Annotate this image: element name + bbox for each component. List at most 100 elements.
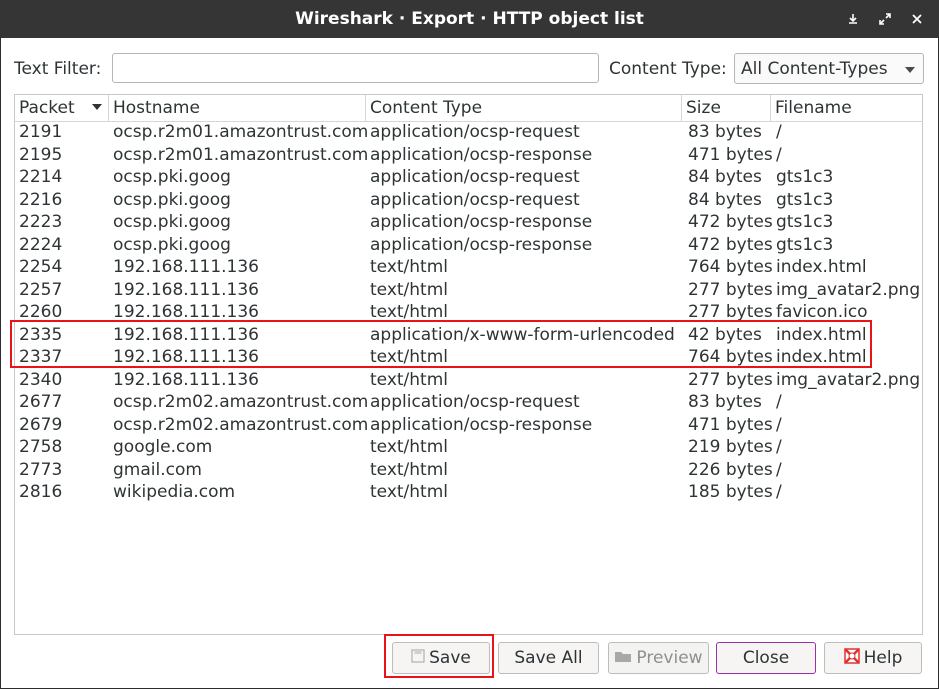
- cell-hostname: ocsp.r2m02.amazontrust.com: [113, 392, 369, 412]
- table-row[interactable]: 2191 ocsp.r2m01.amazontrust.com applicatio…: [15, 121, 922, 144]
- table-row[interactable]: 2254 192.168.111.136 text/html 764 bytes ind…: [15, 256, 922, 279]
- cell-packet: 2340: [19, 369, 63, 390]
- cell-content-type: application/ocsp-response: [370, 144, 593, 165]
- cell-filename: /: [776, 437, 782, 457]
- preview-label: Preview: [636, 648, 703, 668]
- close-button[interactable]: Close: [716, 642, 816, 674]
- cell-hostname: ocsp.pki.goog: [113, 212, 231, 232]
- column-label-size: Size: [686, 98, 721, 118]
- cell-filename: index.html: [776, 347, 867, 367]
- cell-size: 277 bytes: [688, 302, 773, 322]
- cell-filename: gts1c3: [776, 167, 834, 187]
- table-row[interactable]: 2340 192.168.111.136 text/html 277 bytes img…: [15, 369, 922, 392]
- http-object-table: Packet Hostname Content Type Size Filena…: [14, 94, 923, 635]
- cell-content-type: text/html: [370, 347, 449, 367]
- save-all-button[interactable]: Save All: [498, 642, 599, 674]
- cell-content-type: application/ocsp-request: [370, 122, 580, 142]
- cell-filename: favicon.ico: [776, 302, 868, 322]
- table-row[interactable]: 2260 192.168.111.136 text/html 277 bytes fav…: [15, 301, 922, 324]
- content-type-selected: All Content-Types: [741, 59, 888, 79]
- table-row[interactable]: 2216 ocsp.pki.goog application/ocsp-reques…: [15, 189, 922, 212]
- minimize-icon[interactable]: [842, 8, 864, 30]
- table-row[interactable]: 2816 wikipedia.com text/html 185 bytes /: [15, 481, 922, 504]
- cell-packet: 2337: [19, 347, 63, 367]
- cell-size: 472 bytes: [688, 212, 773, 232]
- cell-content-type: text/html: [370, 369, 449, 390]
- cell-filename: /: [776, 459, 782, 480]
- cell-hostname: wikipedia.com: [113, 482, 236, 502]
- cell-hostname: 192.168.111.136: [113, 324, 260, 345]
- cell-filename: index.html: [776, 324, 867, 345]
- table-row[interactable]: 2224 ocsp.pki.goog application/ocsp-respon…: [15, 234, 922, 257]
- cell-size: 185 bytes: [688, 482, 773, 502]
- cell-size: 764 bytes: [688, 347, 773, 367]
- cell-hostname: ocsp.pki.goog: [113, 167, 231, 187]
- table-row[interactable]: 2758 google.com text/html 219 bytes /: [15, 436, 922, 459]
- cell-filename: index.html: [776, 257, 867, 277]
- cell-size: 42 bytes: [688, 324, 762, 345]
- cell-packet: 2214: [19, 167, 63, 187]
- cell-size: 219 bytes: [688, 437, 773, 457]
- chevron-down-icon: [905, 67, 915, 73]
- save-button[interactable]: Save: [392, 642, 490, 674]
- cell-packet: 2257: [19, 279, 63, 300]
- column-header-hostname[interactable]: Hostname: [109, 95, 366, 121]
- content-type-dropdown[interactable]: All Content-Types: [734, 53, 924, 84]
- title-bar: Wireshark · Export · HTTP object list: [0, 0, 939, 38]
- table-row[interactable]: 2257 192.168.111.136 text/html 277 bytes img…: [15, 279, 922, 302]
- column-header-packet[interactable]: Packet: [15, 95, 109, 121]
- column-label-filename: Filename: [775, 98, 852, 118]
- column-label-hostname: Hostname: [113, 98, 200, 118]
- cell-packet: 2260: [19, 302, 63, 322]
- cell-content-type: application/ocsp-response: [370, 212, 593, 232]
- table-row[interactable]: 2195 ocsp.r2m01.amazontrust.com applicatio…: [15, 144, 922, 167]
- content-type-label: Content Type:: [609, 59, 727, 79]
- sort-descending-icon: [92, 104, 102, 110]
- cell-size: 226 bytes: [688, 459, 773, 480]
- cell-filename: img_avatar2.png: [776, 279, 921, 300]
- cell-size: 84 bytes: [688, 189, 762, 210]
- table-row[interactable]: 2335 192.168.111.136 application/x-www-for…: [15, 324, 922, 347]
- close-icon[interactable]: [906, 8, 928, 30]
- table-row[interactable]: 2337 192.168.111.136 text/html 764 bytes ind…: [15, 346, 922, 369]
- help-label: Help: [863, 648, 903, 668]
- text-filter-label: Text Filter:: [14, 59, 102, 79]
- cell-content-type: application/ocsp-request: [370, 189, 580, 210]
- maximize-icon[interactable]: [874, 8, 896, 30]
- table-row[interactable]: 2677 ocsp.r2m02.amazontrust.com applicatio…: [15, 391, 922, 414]
- preview-button[interactable]: Preview: [608, 642, 709, 674]
- text-filter-input[interactable]: [112, 53, 599, 83]
- cell-size: 764 bytes: [688, 257, 773, 277]
- cell-hostname: 192.168.111.136: [113, 257, 260, 277]
- table-row[interactable]: 2223 ocsp.pki.goog application/ocsp-respon…: [15, 211, 922, 234]
- cell-size: 83 bytes: [688, 122, 762, 142]
- cell-filename: /: [776, 482, 782, 502]
- cell-content-type: text/html: [370, 279, 449, 300]
- table-row[interactable]: 2773 gmail.com text/html 226 bytes /: [15, 459, 922, 482]
- cell-content-type: application/x-www-form-urlencoded: [370, 324, 675, 345]
- table-row[interactable]: 2214 ocsp.pki.goog application/ocsp-reques…: [15, 166, 922, 189]
- folder-icon: [614, 648, 632, 668]
- cell-packet: 2773: [19, 459, 63, 480]
- cell-hostname: ocsp.r2m01.amazontrust.com: [113, 122, 369, 142]
- column-header-filename[interactable]: Filename: [771, 95, 922, 121]
- cell-content-type: application/ocsp-response: [370, 234, 593, 255]
- cell-content-type: text/html: [370, 302, 449, 322]
- cell-size: 471 bytes: [688, 144, 773, 165]
- cell-hostname: gmail.com: [113, 459, 202, 480]
- column-header-content-type[interactable]: Content Type: [366, 95, 682, 121]
- save-all-label: Save All: [514, 648, 583, 668]
- cell-filename: gts1c3: [776, 212, 834, 232]
- help-button[interactable]: Help: [824, 642, 922, 674]
- cell-content-type: application/ocsp-response: [370, 414, 593, 435]
- save-icon: [411, 648, 425, 668]
- cell-content-type: application/ocsp-request: [370, 392, 580, 412]
- cell-packet: 2758: [19, 437, 63, 457]
- cell-filename: /: [776, 414, 782, 435]
- cell-content-type: text/html: [370, 482, 449, 502]
- cell-content-type: text/html: [370, 257, 449, 277]
- cell-hostname: google.com: [113, 437, 213, 457]
- column-header-size[interactable]: Size: [682, 95, 771, 121]
- table-row[interactable]: 2679 ocsp.r2m02.amazontrust.com applicatio…: [15, 414, 922, 437]
- cell-packet: 2816: [19, 482, 63, 502]
